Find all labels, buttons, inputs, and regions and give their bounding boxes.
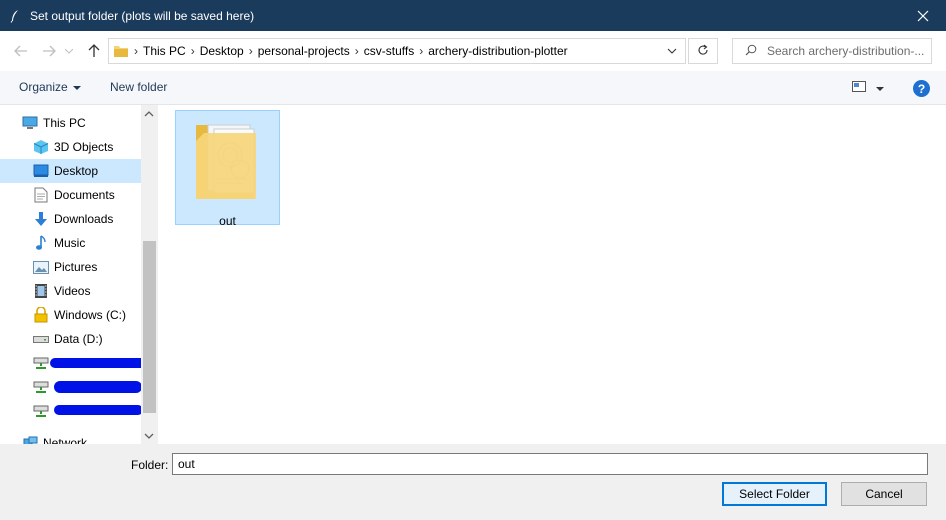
address-dropdown-chevron-icon[interactable] — [667, 44, 677, 61]
sidebar-item-label: Downloads — [54, 212, 114, 226]
feather-icon — [0, 0, 30, 31]
cube-icon — [33, 139, 49, 155]
scroll-up-chevron-icon[interactable] — [144, 107, 154, 121]
command-toolbar: Organize New folder ? — [0, 71, 946, 105]
picture-icon — [33, 259, 49, 275]
search-icon — [745, 44, 757, 59]
scrollbar-thumb[interactable] — [143, 241, 156, 413]
up-arrow-icon[interactable] — [84, 41, 104, 61]
desktop-icon — [33, 163, 49, 179]
view-icon — [852, 81, 866, 95]
breadcrumb-archery-distribution-plotter[interactable]: archery-distribution-plotter — [428, 44, 567, 58]
breadcrumb-separator-icon[interactable]: › — [244, 41, 258, 61]
sidebar-item-label: Desktop — [54, 164, 99, 178]
breadcrumb-separator-icon[interactable]: › — [414, 41, 428, 61]
breadcrumb-separator-icon: › — [134, 44, 138, 58]
sidebar-item-data-d[interactable]: Data (D:) — [0, 327, 141, 351]
file-list: out — [158, 105, 946, 444]
sidebar-item-label: Videos — [54, 284, 91, 298]
window-title: Set output folder (plots will be saved h… — [30, 8, 255, 23]
title-bar: Set output folder (plots will be saved h… — [0, 0, 946, 31]
address-bar[interactable]: › This PC › Desktop › personal-projects … — [108, 38, 686, 64]
help-icon[interactable]: ? — [913, 80, 930, 97]
dialog-footer: Folder: out Select Folder Cancel — [0, 444, 946, 520]
redacted-label — [54, 405, 143, 415]
video-icon — [33, 283, 49, 299]
sidebar-item-pictures[interactable]: Pictures — [0, 255, 141, 279]
folder-item[interactable]: out — [175, 110, 280, 228]
sidebar-item-label: Data (D:) — [54, 332, 103, 346]
drive-icon — [33, 307, 49, 323]
music-icon — [33, 235, 49, 251]
select-folder-button[interactable]: Select Folder — [722, 482, 827, 506]
sidebar-item-documents[interactable]: Documents — [0, 183, 141, 207]
computer-icon — [22, 115, 38, 131]
sidebar-item-label: Music — [54, 236, 86, 250]
refresh-button[interactable] — [688, 38, 718, 64]
network-drive-icon — [33, 355, 49, 371]
sidebar-item-label: 3D Objects — [54, 140, 114, 154]
sidebar-item-windows-c[interactable]: Windows (C:) — [0, 303, 141, 327]
folder-name-input[interactable]: out — [172, 453, 928, 475]
organize-label: Organize — [19, 80, 68, 94]
sidebar-item-3d-objects[interactable]: 3D Objects — [0, 135, 141, 159]
refresh-icon — [697, 44, 709, 59]
sidebar-item-network[interactable]: Network — [0, 431, 141, 444]
sidebar-item-music[interactable]: Music — [0, 231, 141, 255]
sidebar-item-this-pc[interactable]: This PC — [0, 111, 141, 135]
sidebar-item-downloads[interactable]: Downloads — [0, 207, 141, 231]
drive-icon — [33, 331, 49, 347]
breadcrumb-personal-projects[interactable]: personal-projects — [258, 44, 350, 58]
download-icon — [33, 211, 49, 227]
redacted-label — [54, 381, 142, 393]
forward-arrow-icon[interactable] — [39, 41, 59, 61]
sidebar-item-label: Network — [43, 436, 88, 444]
organize-button[interactable]: Organize — [19, 80, 81, 94]
breadcrumb-separator-icon[interactable]: › — [350, 41, 364, 61]
document-icon — [33, 187, 49, 203]
folder-field-label: Folder: — [131, 458, 169, 472]
sidebar-item-videos[interactable]: Videos — [0, 279, 141, 303]
network-icon — [22, 435, 38, 444]
sidebar-item-label: Windows (C:) — [54, 308, 127, 322]
network-drive-icon — [33, 379, 49, 395]
breadcrumb-csv-stuffs[interactable]: csv-stuffs — [364, 44, 414, 58]
folder-item-label: out — [219, 214, 236, 228]
sidebar-item-label: This PC — [43, 116, 86, 130]
breadcrumb-this-pc[interactable]: This PC — [143, 44, 186, 58]
new-folder-button[interactable]: New folder — [110, 80, 167, 94]
sidebar-item-label: Documents — [54, 188, 115, 202]
sidebar-scrollbar[interactable] — [141, 105, 158, 444]
chevron-down-icon — [72, 80, 81, 94]
navigation-bar: › This PC › Desktop › personal-projects … — [0, 31, 946, 71]
navigation-pane: This PC 3D Objects Desktop Documents Dow… — [0, 105, 158, 444]
search-input[interactable]: Search archery-distribution-... — [767, 44, 924, 58]
scroll-down-chevron-icon[interactable] — [144, 429, 154, 443]
folder-icon — [113, 43, 129, 59]
folder-with-files-icon — [194, 119, 260, 208]
chevron-down-icon — [876, 81, 884, 95]
recent-locations-chevron-icon[interactable] — [63, 41, 75, 61]
redacted-label — [50, 358, 146, 368]
close-icon[interactable] — [900, 0, 946, 31]
breadcrumb-desktop[interactable]: Desktop — [200, 44, 244, 58]
network-drive-icon — [33, 403, 49, 419]
change-view-button[interactable] — [852, 81, 884, 95]
cancel-button[interactable]: Cancel — [841, 482, 927, 506]
back-arrow-icon[interactable] — [11, 41, 31, 61]
breadcrumb-separator-icon[interactable]: › — [186, 41, 200, 61]
search-box[interactable]: Search archery-distribution-... — [732, 38, 932, 64]
sidebar-item-label: Pictures — [54, 260, 98, 274]
sidebar-item-desktop[interactable]: Desktop — [0, 159, 141, 183]
